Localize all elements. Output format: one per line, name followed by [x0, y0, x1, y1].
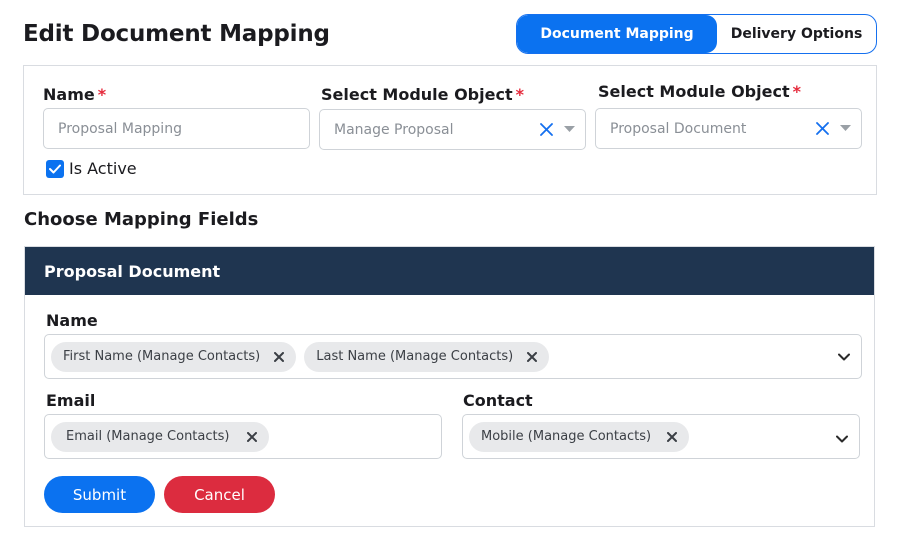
map-email-label: Email: [46, 391, 96, 410]
checkmark-icon: [49, 164, 61, 173]
is-active-label: Is Active: [69, 159, 137, 178]
chip: Mobile (Manage Contacts): [469, 421, 690, 452]
target-object-label: Select Module Object *: [598, 82, 801, 101]
map-contact-select[interactable]: Mobile (Manage Contacts): [462, 414, 860, 459]
required-mark: *: [515, 85, 524, 104]
page-title: Edit Document Mapping: [23, 21, 330, 47]
tab-delivery-options[interactable]: Delivery Options: [717, 15, 876, 53]
section-title: Choose Mapping Fields: [24, 209, 259, 230]
chevron-down-icon[interactable]: [835, 347, 853, 367]
map-name-label: Name: [46, 311, 98, 330]
chip-label: Email (Manage Contacts): [66, 429, 230, 444]
clear-icon[interactable]: [811, 118, 833, 140]
caret-down-icon[interactable]: [557, 119, 581, 141]
chip-label: First Name (Manage Contacts): [63, 349, 261, 364]
target-object-label-text: Select Module Object: [598, 82, 790, 101]
close-icon[interactable]: [245, 430, 259, 444]
module-object-select[interactable]: Manage Proposal: [319, 109, 586, 150]
submit-button[interactable]: Submit: [44, 476, 155, 513]
name-label: Name *: [43, 85, 106, 104]
caret-down-icon[interactable]: [833, 118, 857, 140]
close-icon[interactable]: [525, 350, 539, 364]
module-object-value: Manage Proposal: [334, 121, 454, 138]
tab-document-mapping[interactable]: Document Mapping: [517, 15, 717, 53]
name-label-text: Name: [43, 85, 95, 104]
map-email-select[interactable]: Email (Manage Contacts): [44, 414, 442, 459]
module-object-label-text: Select Module Object: [321, 85, 513, 104]
chevron-down-icon[interactable]: [833, 429, 851, 449]
chip: First Name (Manage Contacts): [51, 341, 297, 372]
map-contact-label: Contact: [463, 391, 533, 410]
close-icon[interactable]: [272, 350, 286, 364]
is-active-toggle[interactable]: Is Active: [46, 159, 137, 178]
mapping-header: Proposal Document: [25, 247, 874, 295]
is-active-checkbox[interactable]: [46, 159, 64, 178]
required-mark: *: [97, 85, 107, 104]
cancel-button[interactable]: Cancel: [164, 476, 275, 513]
target-object-select[interactable]: Proposal Document: [595, 108, 862, 149]
required-mark: *: [792, 82, 801, 101]
module-object-label: Select Module Object *: [321, 85, 524, 104]
chip-label: Mobile (Manage Contacts): [481, 429, 652, 444]
chip-label: Last Name (Manage Contacts): [316, 349, 514, 364]
clear-icon[interactable]: [535, 119, 557, 141]
map-name-select[interactable]: First Name (Manage Contacts) Last Name (…: [44, 334, 862, 379]
close-icon[interactable]: [665, 430, 679, 444]
chip: Email (Manage Contacts): [51, 421, 270, 452]
tab-bar: Document Mapping Delivery Options: [516, 14, 877, 54]
mapping-settings-card: Name* Select Module Object* Manage Propo…: [23, 65, 877, 195]
name-input[interactable]: [43, 108, 310, 149]
chip: Last Name (Manage Contacts): [304, 341, 550, 372]
target-object-value: Proposal Document: [610, 120, 747, 137]
